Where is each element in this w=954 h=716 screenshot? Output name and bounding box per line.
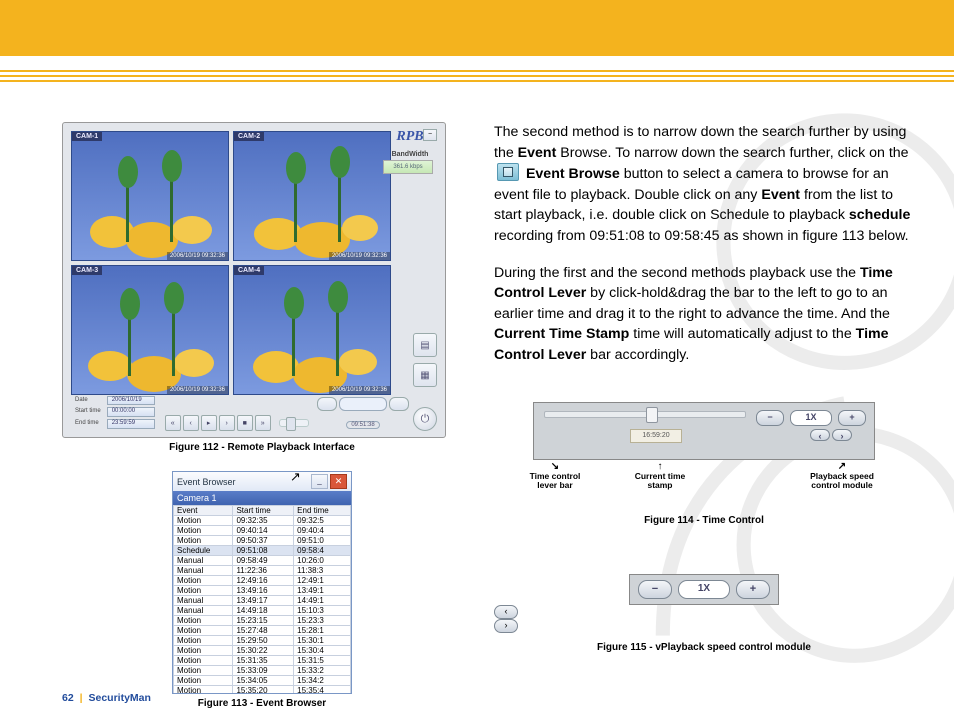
frame-prev[interactable]: ‹ (810, 429, 830, 441)
figure-112-caption: Figure 112 - Remote Playback Interface (62, 442, 462, 453)
prev-button[interactable]: ‹ (183, 415, 199, 431)
header-bar (0, 0, 954, 56)
figure-112-panel: CAM-12006/10/19 09:32:36 CAM-22006/10/19… (62, 122, 446, 438)
stop-button[interactable]: ■ (237, 415, 253, 431)
table-row[interactable]: Motion15:33:0915:33:2 (174, 666, 351, 676)
table-row[interactable]: Motion15:23:1515:23:3 (174, 616, 351, 626)
layout-button[interactable]: ▦ (413, 363, 437, 387)
speed-minus[interactable]: − (638, 580, 672, 599)
cam-tile: CAM-12006/10/19 09:32:36 (71, 131, 229, 261)
page-footer: 62 | SecurityMan (62, 692, 151, 704)
speed-minus[interactable] (317, 397, 337, 411)
event-browse-button[interactable]: ▤ (413, 333, 437, 357)
frame-next[interactable]: › (494, 619, 518, 633)
speed-minus[interactable]: − (756, 410, 784, 426)
figure-114: 16:59:20 − 1X + ‹› ↘Time control lever b… (494, 402, 914, 529)
cam-tile: CAM-22006/10/19 09:32:36 (233, 131, 391, 261)
table-row[interactable]: Motion09:40:1409:40:4 (174, 526, 351, 536)
table-row[interactable]: Manual14:49:1815:10:3 (174, 606, 351, 616)
table-row[interactable]: Motion12:49:1612:49:1 (174, 576, 351, 586)
table-row[interactable]: Motion15:34:0515:34:2 (174, 676, 351, 686)
table-row[interactable]: Motion15:27:4815:28:1 (174, 626, 351, 636)
figure-115: − 1X + ‹› Figure 115 - vPlayback speed c… (494, 574, 914, 656)
table-row[interactable]: Motion15:35:2015:35:4 (174, 686, 351, 694)
time-track[interactable] (544, 411, 746, 418)
next-button[interactable]: › (219, 415, 235, 431)
frame-prev[interactable]: ‹ (494, 605, 518, 619)
table-row[interactable]: Manual13:49:1714:49:1 (174, 596, 351, 606)
play-button[interactable]: ▸ (201, 415, 217, 431)
ffwd-button[interactable]: » (255, 415, 271, 431)
minimize-icon[interactable]: _ (311, 474, 328, 489)
cam-tile: CAM-32006/10/19 09:32:36 (71, 265, 229, 395)
camera-dropdown[interactable]: Camera 1 (173, 491, 351, 505)
table-row[interactable]: Motion15:30:2215:30:4 (174, 646, 351, 656)
transport-controls: « ‹ ▸ › ■ » (165, 415, 271, 431)
speed-readout: 1X (678, 580, 730, 599)
table-row[interactable]: Motion15:31:3515:31:5 (174, 656, 351, 666)
speed-readout: 1X (790, 410, 832, 426)
close-icon[interactable]: ✕ (330, 474, 347, 489)
body-paragraph: During the first and the second methods … (494, 263, 914, 366)
figure-114-caption: Figure 114 - Time Control (494, 514, 914, 529)
cam-tile: CAM-42006/10/19 09:32:36 (233, 265, 391, 395)
frame-next[interactable]: › (832, 429, 852, 441)
time-slider[interactable] (279, 419, 309, 427)
table-row[interactable]: Motion09:50:3709:51:0 (174, 536, 351, 546)
window-title: Event Browser (177, 477, 309, 487)
minimize-icon[interactable]: − (423, 129, 437, 141)
table-row[interactable]: Motion13:49:1613:49:1 (174, 586, 351, 596)
speed-plus[interactable]: + (736, 580, 770, 599)
power-button[interactable]: ⏻ (413, 407, 437, 431)
body-paragraph: The second method is to narrow down the … (494, 122, 914, 247)
table-row[interactable]: Motion15:29:5015:30:1 (174, 636, 351, 646)
speed-plus[interactable] (389, 397, 409, 411)
speed-plus[interactable]: + (838, 410, 866, 426)
event-browser-window: Event Browser _ ✕ Camera 1 EventStart ti… (172, 471, 352, 694)
time-knob[interactable] (646, 407, 658, 423)
event-browse-icon (497, 163, 519, 181)
speed-readout (339, 397, 387, 411)
date-range: Date2006/10/19Start time00:00:00End time… (71, 394, 159, 431)
event-table: EventStart timeEnd time Motion09:32:3509… (173, 505, 351, 693)
table-row[interactable]: Motion09:32:3509:32:5 (174, 516, 351, 526)
figure-115-caption: Figure 115 - vPlayback speed control mod… (494, 641, 914, 656)
rewind-button[interactable]: « (165, 415, 181, 431)
table-row[interactable]: Schedule09:51:0809:58:4 (174, 546, 351, 556)
table-row[interactable]: Manual11:22:3611:38:3 (174, 566, 351, 576)
current-time-stamp: 16:59:20 (630, 429, 682, 443)
table-row[interactable]: Manual09:58:4910:26:0 (174, 556, 351, 566)
